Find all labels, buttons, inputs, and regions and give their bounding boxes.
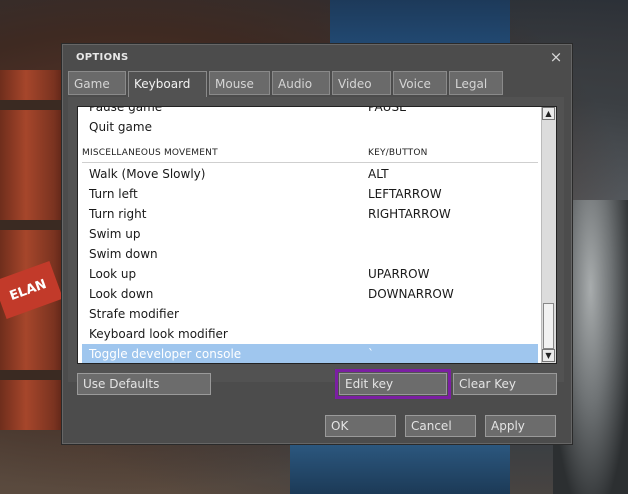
barrel: ELAN bbox=[0, 70, 70, 430]
tab-legal[interactable]: Legal bbox=[449, 71, 503, 95]
dialog-title: OPTIONS bbox=[76, 52, 129, 63]
tab-keyboard[interactable]: Keyboard bbox=[128, 71, 207, 98]
close-icon[interactable]: × bbox=[548, 49, 564, 65]
vertical-scrollbar[interactable]: ▲ ▼ bbox=[541, 107, 556, 363]
list-item[interactable]: Walk (Move Slowly) ALT bbox=[78, 164, 538, 184]
arcade-machine-bottom bbox=[290, 440, 510, 494]
list-item[interactable]: Turn right RIGHTARROW bbox=[78, 204, 538, 224]
ok-button[interactable]: OK bbox=[325, 415, 396, 437]
apply-button[interactable]: Apply bbox=[485, 415, 556, 437]
list-item[interactable]: Keyboard look modifier bbox=[78, 324, 538, 344]
list-item[interactable]: Quit game bbox=[78, 117, 538, 137]
list-item[interactable]: Swim down bbox=[78, 244, 538, 264]
tab-video[interactable]: Video bbox=[332, 71, 391, 95]
list-item[interactable]: Swim up bbox=[78, 224, 538, 244]
edit-key-button[interactable]: Edit key bbox=[335, 369, 451, 399]
list-item[interactable]: Look down DOWNARROW bbox=[78, 284, 538, 304]
scroll-up-icon[interactable]: ▲ bbox=[542, 107, 555, 120]
tab-voice[interactable]: Voice bbox=[393, 71, 447, 95]
tab-audio[interactable]: Audio bbox=[272, 71, 330, 95]
list-item[interactable]: Strafe modifier bbox=[78, 304, 538, 324]
section-header: MISCELLANEOUS MOVEMENT KEY/BUTTON bbox=[78, 143, 538, 163]
barrel-logo: ELAN bbox=[0, 260, 64, 320]
tab-game[interactable]: Game bbox=[68, 71, 126, 95]
list-item[interactable]: Look up UPARROW bbox=[78, 264, 538, 284]
options-dialog: OPTIONS × Game Keyboard Mouse Audio Vide… bbox=[61, 43, 573, 445]
list-item[interactable]: Turn left LEFTARROW bbox=[78, 184, 538, 204]
cancel-button[interactable]: Cancel bbox=[405, 415, 476, 437]
clear-key-button[interactable]: Clear Key bbox=[453, 373, 557, 395]
list-item[interactable]: Pause game PAUSE bbox=[78, 107, 538, 117]
use-defaults-button[interactable]: Use Defaults bbox=[77, 373, 211, 395]
tab-mouse[interactable]: Mouse bbox=[209, 71, 270, 95]
scroll-down-icon[interactable]: ▼ bbox=[542, 349, 555, 362]
key-binding-list[interactable]: Pause game PAUSE Quit game MISCELLANEOUS… bbox=[77, 106, 557, 364]
list-item-selected[interactable]: Toggle developer console ` bbox=[82, 344, 538, 363]
scrollbar-thumb[interactable] bbox=[543, 303, 554, 349]
